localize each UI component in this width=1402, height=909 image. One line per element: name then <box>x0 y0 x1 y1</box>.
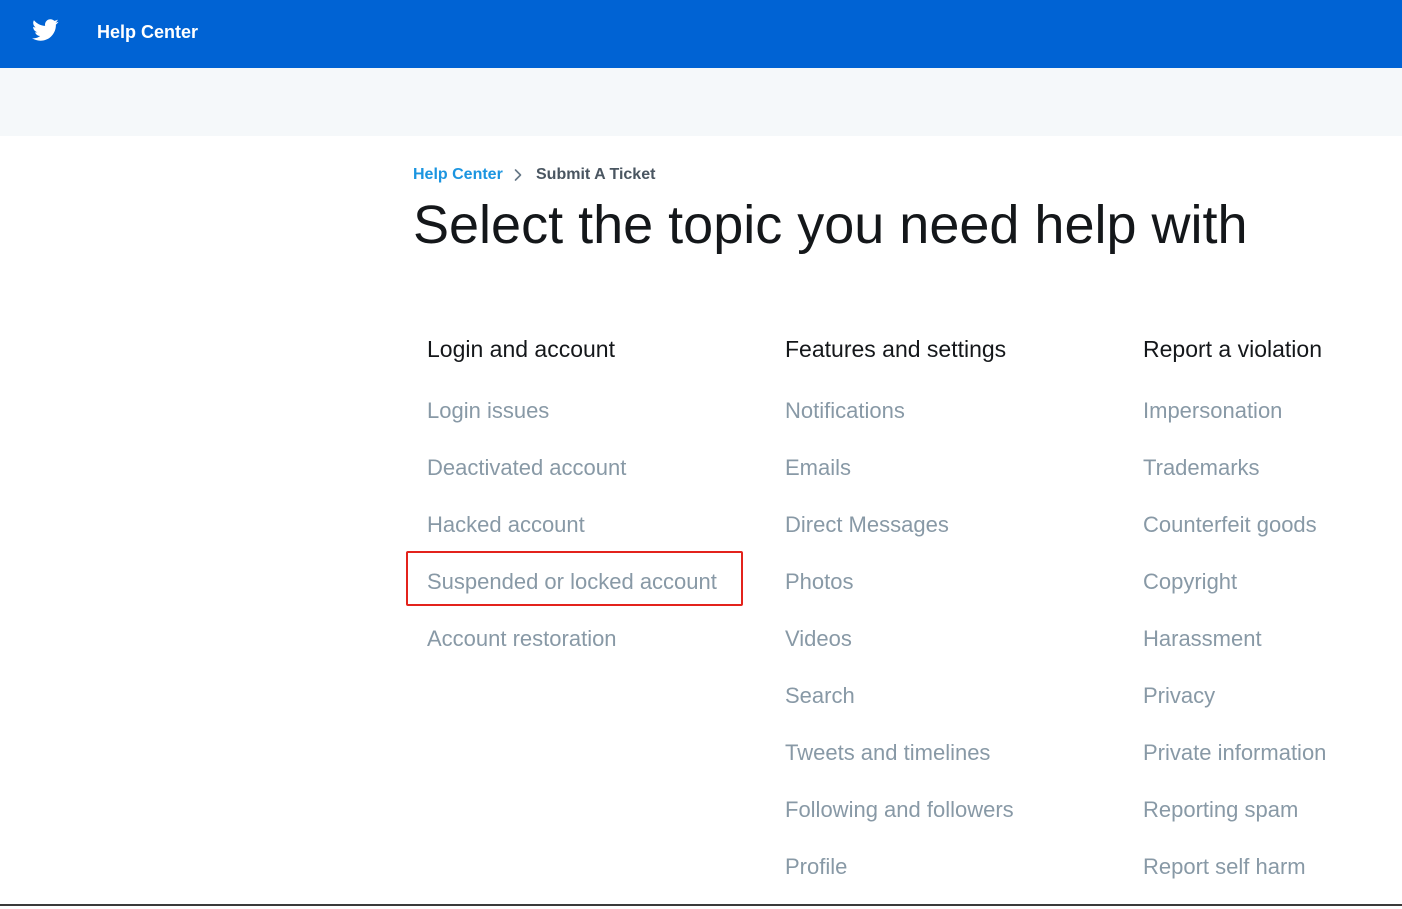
topic-link-counterfeit-goods[interactable]: Counterfeit goods <box>1143 510 1317 540</box>
list-item: Following and followers <box>785 795 1125 852</box>
list-item: Videos <box>785 624 1125 681</box>
topic-link-direct-messages[interactable]: Direct Messages <box>785 510 949 540</box>
topic-link-tweets-and-timelines[interactable]: Tweets and timelines <box>785 738 990 768</box>
chevron-right-icon <box>514 169 522 181</box>
list-item: Privacy <box>1143 681 1402 738</box>
topic-heading: Features and settings <box>785 336 1007 362</box>
list-item: Trademarks <box>1143 453 1402 510</box>
list-item: Notifications <box>785 396 1125 453</box>
help-center-brand-link[interactable]: Help Center <box>97 21 198 43</box>
topic-link-harassment[interactable]: Harassment <box>1143 624 1262 654</box>
list-item: Report self harm <box>1143 852 1402 909</box>
topic-link-suspended-or-locked-account[interactable]: Suspended or locked account <box>427 567 717 597</box>
list-item: Copyright <box>1143 567 1402 624</box>
topic-link-following-and-followers[interactable]: Following and followers <box>785 795 1014 825</box>
list-item: Emails <box>785 453 1125 510</box>
list-item: Login issues <box>427 396 767 453</box>
list-item: Private information <box>1143 738 1402 795</box>
topic-heading: Login and account <box>427 336 615 362</box>
topic-link-hacked-account[interactable]: Hacked account <box>427 510 585 540</box>
topic-link-private-information[interactable]: Private information <box>1143 738 1326 768</box>
list-item: Reporting spam <box>1143 795 1402 852</box>
topic-heading: Report a violation <box>1143 336 1322 362</box>
list-item: Tweets and timelines <box>785 738 1125 795</box>
list-item: Counterfeit goods <box>1143 510 1402 567</box>
topic-link-copyright[interactable]: Copyright <box>1143 567 1237 597</box>
twitter-bird-icon[interactable] <box>30 16 60 44</box>
topic-link-videos[interactable]: Videos <box>785 624 852 654</box>
list-item: Profile <box>785 852 1125 909</box>
page-title: Select the topic you need help with <box>413 195 1248 255</box>
topic-link-emails[interactable]: Emails <box>785 453 851 483</box>
topic-column-features-and-settings: Features and settings Notifications Emai… <box>785 334 1125 909</box>
topic-link-trademarks[interactable]: Trademarks <box>1143 453 1260 483</box>
list-item: Impersonation <box>1143 396 1402 453</box>
topic-column-login-and-account: Login and account Login issues Deactivat… <box>427 334 767 681</box>
topic-list: Impersonation Trademarks Counterfeit goo… <box>1143 396 1402 909</box>
topic-link-reporting-spam[interactable]: Reporting spam <box>1143 795 1298 825</box>
list-item: Photos <box>785 567 1125 624</box>
topic-link-search[interactable]: Search <box>785 681 855 711</box>
topic-link-deactivated-account[interactable]: Deactivated account <box>427 453 626 483</box>
list-item: Harassment <box>1143 624 1402 681</box>
topic-link-account-restoration[interactable]: Account restoration <box>427 624 617 654</box>
list-item: Deactivated account <box>427 453 767 510</box>
topic-link-profile[interactable]: Profile <box>785 852 847 882</box>
topic-column-report-a-violation: Report a violation Impersonation Tradema… <box>1143 334 1402 909</box>
breadcrumb-help-center-link[interactable]: Help Center <box>413 165 503 185</box>
topic-link-impersonation[interactable]: Impersonation <box>1143 396 1282 426</box>
topic-list: Login issues Deactivated account Hacked … <box>427 396 767 681</box>
breadcrumb: Help Center Submit A Ticket <box>0 68 1402 183</box>
topic-link-privacy[interactable]: Privacy <box>1143 681 1215 711</box>
list-item: Search <box>785 681 1125 738</box>
topic-link-notifications[interactable]: Notifications <box>785 396 905 426</box>
list-item: Suspended or locked account <box>427 567 767 624</box>
top-navigation-bar: Help Center <box>0 0 1402 68</box>
list-item: Direct Messages <box>785 510 1125 567</box>
list-item: Account restoration <box>427 624 767 681</box>
breadcrumb-current-page: Submit A Ticket <box>536 166 656 183</box>
topic-link-login-issues[interactable]: Login issues <box>427 396 549 426</box>
topic-link-report-self-harm[interactable]: Report self harm <box>1143 852 1306 882</box>
topic-link-photos[interactable]: Photos <box>785 567 854 597</box>
list-item: Hacked account <box>427 510 767 567</box>
topic-list: Notifications Emails Direct Messages Pho… <box>785 396 1125 909</box>
